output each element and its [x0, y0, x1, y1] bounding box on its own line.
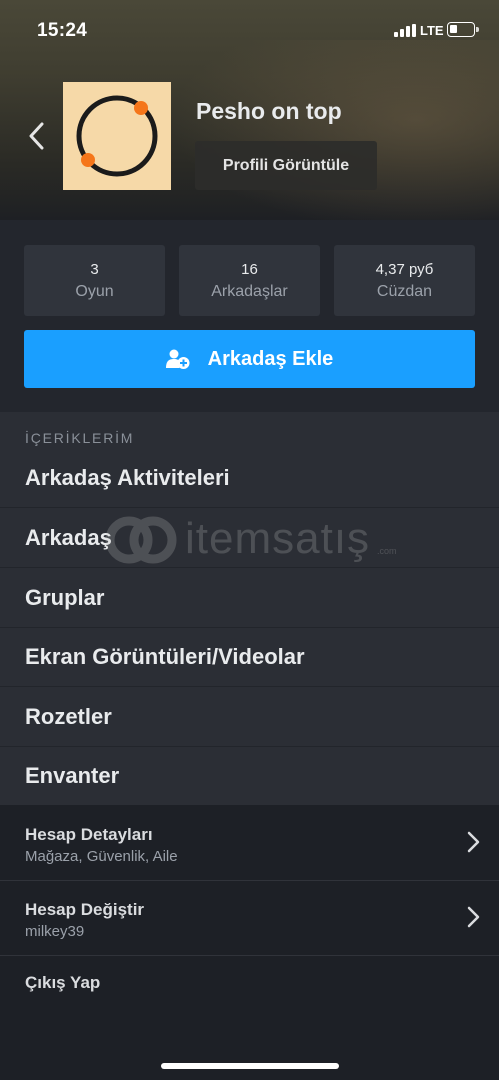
- stat-label: Oyun: [75, 283, 114, 300]
- stat-label: Arkadaşlar: [211, 283, 288, 300]
- status-bar: 15:24 LTE: [0, 0, 499, 60]
- network-type: LTE: [420, 23, 444, 38]
- account-item-title: Hesap Değiştir: [25, 900, 145, 919]
- add-friend-label: Arkadaş Ekle: [207, 347, 334, 370]
- logout-button[interactable]: Çıkış Yap: [0, 956, 499, 1010]
- switch-account-item[interactable]: Hesap Değiştir milkey39: [0, 881, 499, 955]
- avatar[interactable]: [63, 82, 171, 190]
- menu-item-screenshots[interactable]: Ekran Görüntüleri/Videolar: [0, 627, 499, 687]
- menu-item-label: Arkadaş: [25, 525, 112, 550]
- stat-value: 16: [241, 261, 258, 278]
- stat-games[interactable]: 3 Oyun: [24, 245, 165, 316]
- menu-item-label: Ekran Görüntüleri/Videolar: [25, 644, 305, 669]
- status-time: 15:24: [37, 20, 88, 41]
- account-details-item[interactable]: Hesap Detayları Mağaza, Güvenlik, Aile: [0, 806, 499, 880]
- menu-item-groups[interactable]: Gruplar: [0, 568, 499, 628]
- menu-item-label: Arkadaş Aktiviteleri: [25, 465, 230, 490]
- menu-item-inventory[interactable]: Envanter: [0, 746, 499, 806]
- logout-label: Çıkış Yap: [25, 973, 101, 992]
- account-item-subtitle: milkey39: [25, 923, 85, 940]
- stat-friends[interactable]: 16 Arkadaşlar: [179, 245, 320, 316]
- menu-item-label: Rozetler: [25, 704, 112, 729]
- stat-label: Cüzdan: [376, 283, 433, 300]
- menu-item-friends[interactable]: Arkadaş: [0, 508, 499, 568]
- chevron-right-icon: [467, 831, 480, 853]
- battery-tip: [476, 27, 479, 32]
- avatar-ring-icon: [76, 95, 158, 177]
- account-item-title: Hesap Detayları: [25, 825, 153, 844]
- chevron-right-icon: [467, 906, 480, 928]
- stat-wallet[interactable]: 4,37 руб Cüzdan: [334, 245, 475, 316]
- menu-item-label: Gruplar: [25, 585, 105, 610]
- back-button[interactable]: [22, 118, 52, 154]
- signal-icon: [394, 24, 416, 37]
- stat-value: 3: [90, 261, 99, 278]
- profile-name: Pesho on top: [196, 98, 342, 124]
- view-profile-button[interactable]: Profili Görüntüle: [195, 141, 377, 190]
- menu-item-label: Envanter: [25, 763, 120, 788]
- stat-value: 4,37 руб: [375, 261, 434, 278]
- menu-item-friend-activity[interactable]: Arkadaş Aktiviteleri: [0, 448, 499, 508]
- account-item-subtitle: Mağaza, Güvenlik, Aile: [25, 848, 178, 865]
- section-title: İÇERİKLERİM: [25, 430, 135, 446]
- add-user-icon: [165, 349, 190, 369]
- battery-icon: [447, 22, 475, 37]
- home-indicator[interactable]: [161, 1063, 339, 1069]
- add-friend-button[interactable]: Arkadaş Ekle: [24, 330, 475, 388]
- menu-item-badges[interactable]: Rozetler: [0, 687, 499, 747]
- chevron-left-icon: [29, 122, 44, 150]
